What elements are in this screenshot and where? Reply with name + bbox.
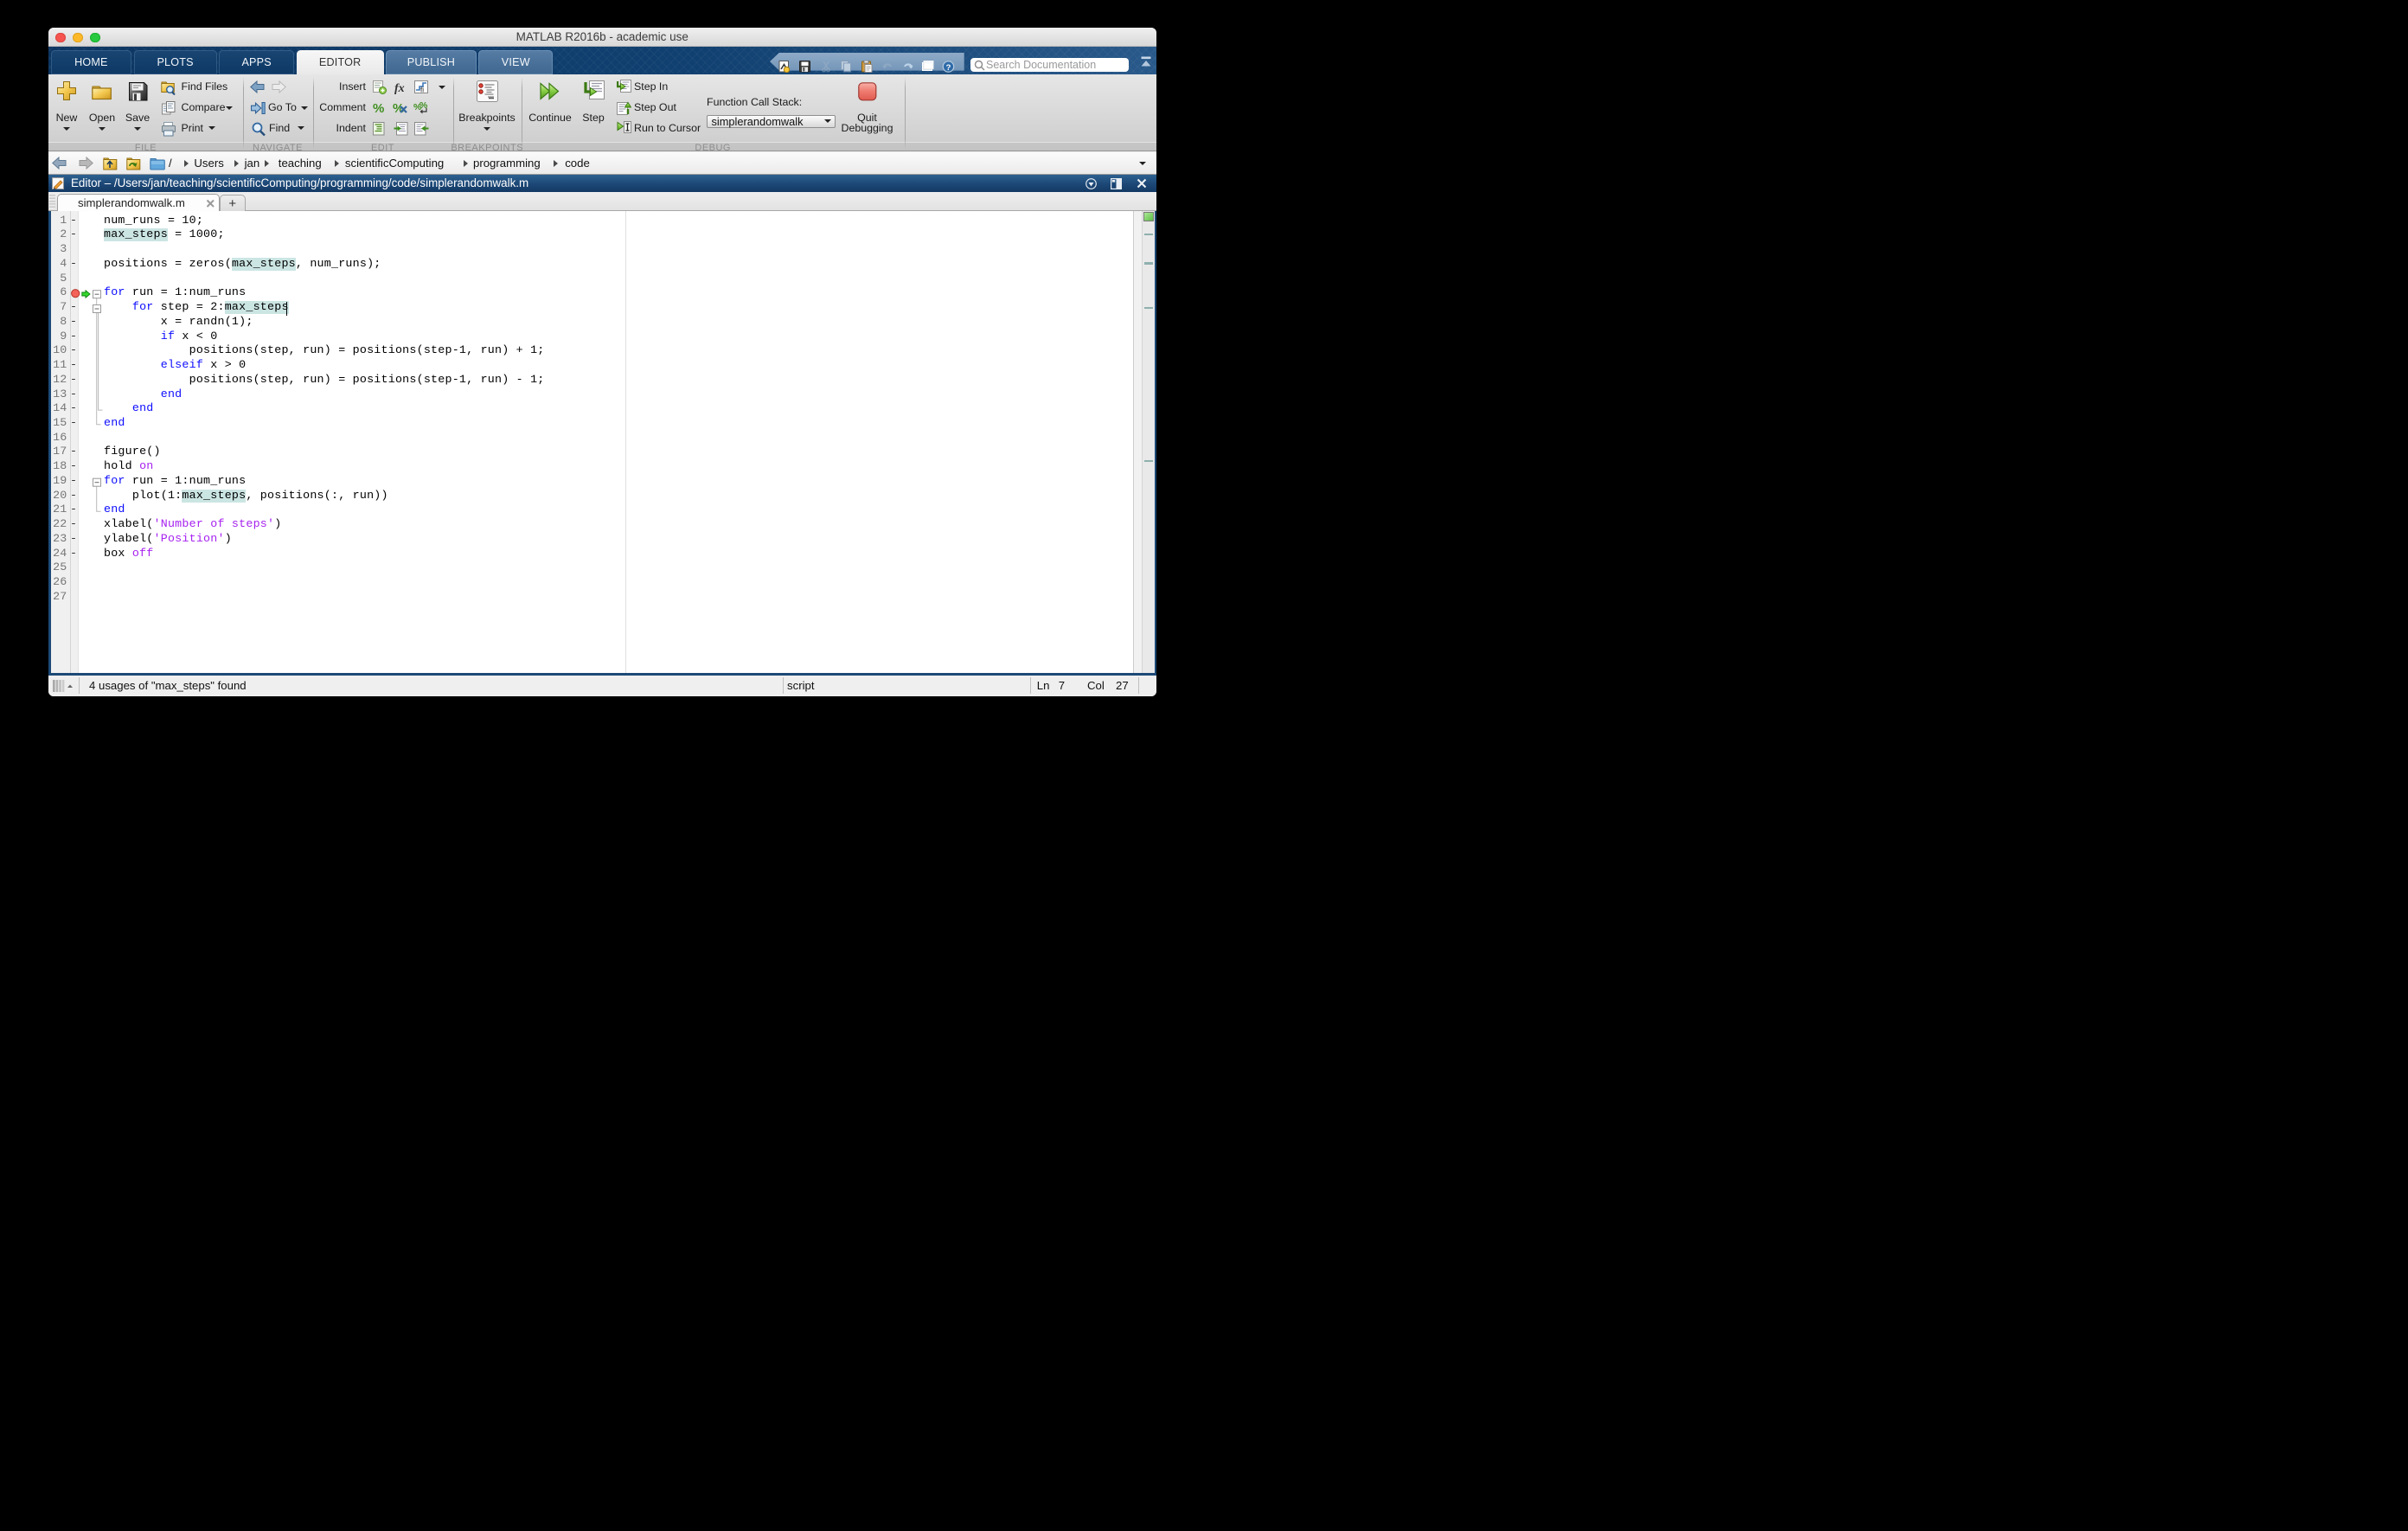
svg-text:?: ? [946,63,951,73]
svg-text:fi: fi [420,86,424,94]
svg-text:fx: fx [394,82,405,94]
svg-text:%: % [373,101,384,115]
